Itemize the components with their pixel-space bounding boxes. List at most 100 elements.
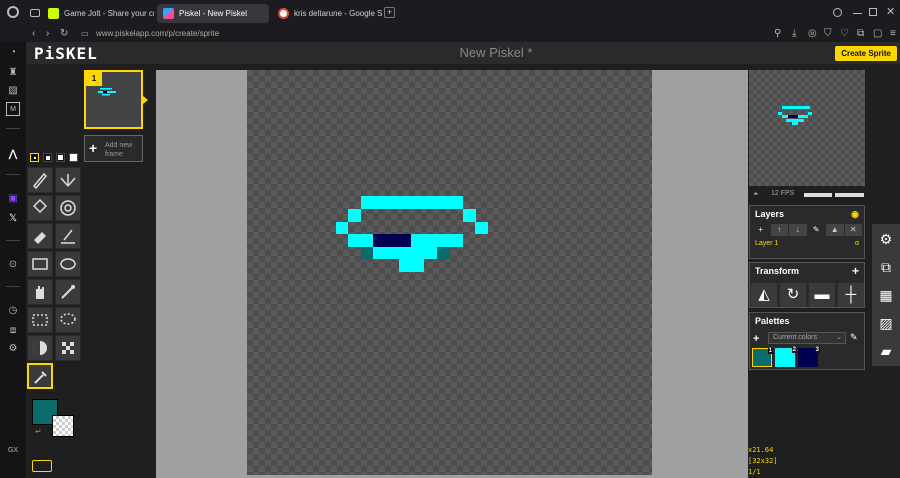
settings-gear-icon[interactable]: ⚙ <box>877 230 895 248</box>
flip-horizontal-button[interactable]: ◭ <box>751 283 777 307</box>
add-frame-button[interactable]: + Add new frame <box>84 135 143 162</box>
paint-same-color-tool[interactable] <box>55 195 81 221</box>
extensions-side-icon[interactable]: ⧈ <box>6 324 20 338</box>
eye-icon[interactable]: ◉ <box>851 206 859 223</box>
keyboard-icon[interactable] <box>32 460 52 472</box>
minimize-icon[interactable] <box>853 13 862 14</box>
palette-swatch-1[interactable]: 1 <box>752 348 773 367</box>
palette-swatch-2[interactable]: 2 <box>775 347 797 367</box>
new-tab-button[interactable]: + <box>384 7 395 18</box>
save-icon[interactable]: ▦ <box>877 286 895 304</box>
pin-icon[interactable]: ⚲ <box>774 26 781 41</box>
palettes-panel: Palettes + Current colors ⌄ ✎ 1 2 3 <box>749 312 865 370</box>
heart-icon[interactable]: ♡ <box>840 26 849 41</box>
edit-layer-button[interactable]: ✎ <box>807 224 825 236</box>
twitch-icon[interactable]: ▣ <box>6 192 20 206</box>
settings-icon[interactable]: ⚙ <box>6 342 20 356</box>
add-palette-button[interactable]: + <box>753 333 759 345</box>
menu-icon[interactable]: ≡ <box>890 26 896 41</box>
forward-icon[interactable]: › <box>46 26 49 41</box>
tab-history-icon[interactable] <box>30 9 40 17</box>
piskel-logo[interactable]: PiSKEL <box>34 44 98 63</box>
swatch-index: 1 <box>767 348 773 354</box>
stroke-tool[interactable] <box>55 223 81 249</box>
browser-logo-icon[interactable] <box>7 6 19 18</box>
wallet-icon[interactable]: ▢ <box>873 26 882 41</box>
sprite-pixel <box>361 196 463 209</box>
player-icon[interactable]: ⊙ <box>6 258 20 272</box>
gx-arrow-icon[interactable]: ⋀ <box>6 148 20 162</box>
gx-cleaner-icon[interactable]: ▨ <box>6 84 20 98</box>
drawing-canvas[interactable] <box>247 70 652 475</box>
search-tabs-icon[interactable] <box>833 8 842 17</box>
extensions-icon[interactable]: ⧉ <box>857 26 864 41</box>
frame-thumbnail[interactable]: 1 <box>84 70 148 129</box>
lighten-icon <box>33 341 47 355</box>
dithering-tool[interactable] <box>55 335 81 361</box>
target-icon <box>60 200 76 216</box>
page-title[interactable]: New Piskel * <box>396 45 596 60</box>
gx-mail-icon[interactable]: M <box>6 102 20 116</box>
camera-icon[interactable]: ◎ <box>808 26 817 41</box>
pen-size-2[interactable] <box>43 153 52 162</box>
animation-preview[interactable] <box>749 70 865 186</box>
eraser-tool[interactable] <box>27 223 53 249</box>
transform-add-icon[interactable]: + <box>852 263 859 280</box>
palette-swatch-3[interactable]: 3 <box>798 347 820 367</box>
pen-size-3[interactable] <box>56 153 65 162</box>
tab-gamejolt[interactable]: Game Jolt - Share your cr <box>42 4 154 23</box>
move-layer-down-button[interactable]: ↓ <box>789 224 807 236</box>
shield-icon[interactable]: ⛉ <box>824 26 832 41</box>
color-picker-tool[interactable] <box>27 363 53 389</box>
layer-name: Layer 1 <box>755 240 779 247</box>
gx-corner-icon[interactable]: ♜ <box>6 66 20 80</box>
add-layer-button[interactable]: + <box>752 224 770 236</box>
tab-google[interactable]: kris deltarune - Google Se <box>272 4 382 23</box>
layers-title: Layers ◉ <box>750 206 864 223</box>
shape-selection-tool[interactable] <box>55 279 81 305</box>
move-tool[interactable] <box>27 279 53 305</box>
paint-bucket-tool[interactable] <box>27 195 53 221</box>
palette-select[interactable]: Current colors ⌄ <box>768 332 846 344</box>
move-layer-up-button[interactable]: ↑ <box>770 224 788 236</box>
pen-size-1[interactable] <box>30 153 39 162</box>
download-icon[interactable]: ⤓ <box>792 26 796 41</box>
circle-icon <box>60 258 76 270</box>
open-folder-icon[interactable]: ▰ <box>877 342 895 360</box>
export-image-icon[interactable]: ▨ <box>877 314 895 332</box>
restore-icon[interactable] <box>869 8 877 16</box>
rectangle-tool[interactable] <box>27 251 53 277</box>
rectangle-selection-tool[interactable] <box>27 307 53 333</box>
lighten-tool[interactable] <box>27 335 53 361</box>
edit-palette-icon[interactable]: ✎ <box>850 332 858 343</box>
gx-control-icon[interactable]: ◔ <box>6 46 20 60</box>
layer-alpha-icon[interactable]: α <box>855 237 859 251</box>
x-twitter-icon[interactable]: 𝕏 <box>6 212 20 226</box>
layer-item[interactable]: Layer 1 α <box>750 237 864 251</box>
settings-drawer: ⚙ ⧉ ▦ ▨ ▰ <box>872 224 900 366</box>
fps-slider[interactable] <box>804 193 864 197</box>
drawing-stage[interactable] <box>156 70 748 478</box>
reload-icon[interactable]: ↻ <box>60 26 68 41</box>
onion-skin-icon[interactable]: ◓ <box>753 189 758 199</box>
rotate-button[interactable]: ↻ <box>780 283 806 307</box>
resize-icon[interactable]: ⧉ <box>877 258 895 276</box>
merge-layer-button[interactable]: ▲ <box>826 224 844 236</box>
close-icon[interactable]: ✕ <box>886 5 895 18</box>
create-sprite-button[interactable]: Create Sprite <box>835 46 897 61</box>
pen-size-4[interactable] <box>69 153 78 162</box>
center-button[interactable]: ┼ <box>838 283 864 307</box>
swap-colors-icon[interactable]: ↵ <box>35 427 42 436</box>
tab-piskel[interactable]: Piskel - New Piskel <box>157 4 269 23</box>
delete-layer-button[interactable]: ✕ <box>844 224 862 236</box>
mirror-pen-tool[interactable] <box>55 167 81 193</box>
back-icon[interactable]: ‹ <box>32 26 35 41</box>
clone-button[interactable]: ▬ <box>809 283 835 307</box>
site-info-icon[interactable]: ▭ <box>81 26 89 41</box>
pen-tool[interactable] <box>27 167 53 193</box>
lasso-selection-tool[interactable] <box>55 307 81 333</box>
history-icon[interactable]: ◷ <box>6 304 20 318</box>
circle-tool[interactable] <box>55 251 81 277</box>
url-input[interactable]: www.piskelapp.com/p/create/sprite <box>96 27 219 41</box>
secondary-color-swatch[interactable] <box>52 415 74 437</box>
